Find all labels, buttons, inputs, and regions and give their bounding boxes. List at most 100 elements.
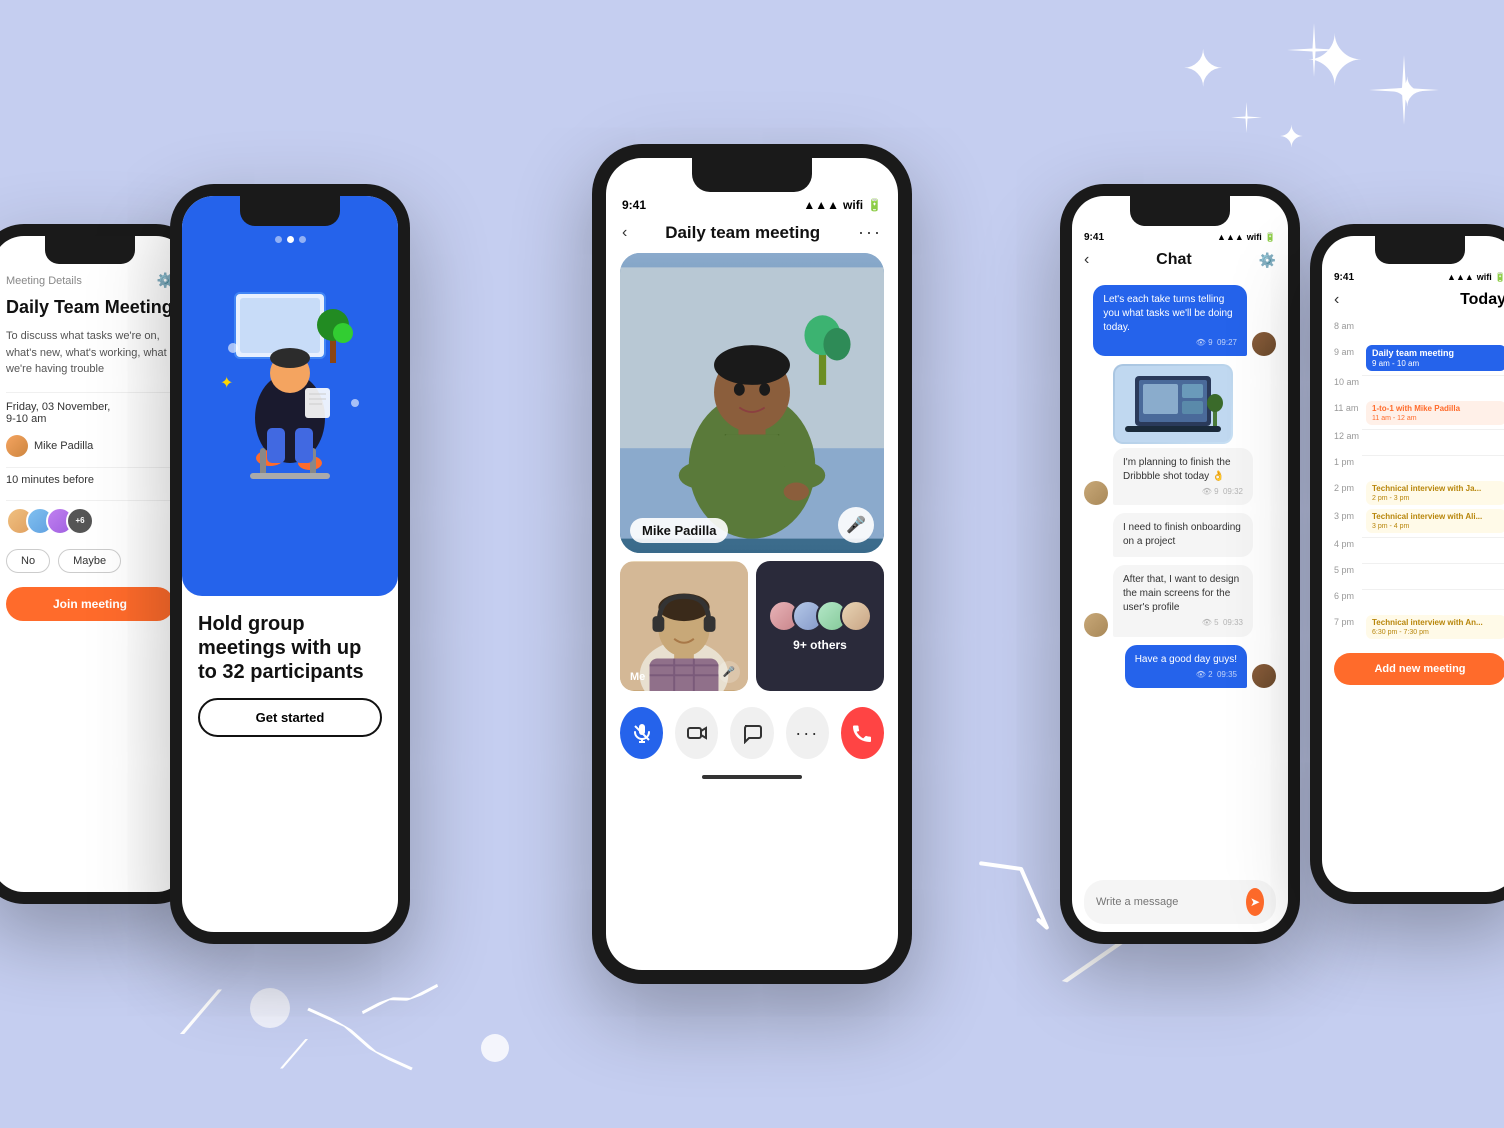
message-1: Let's each take turns telling you what t… [1093, 285, 1247, 356]
main-person-name: Mike Padilla [630, 518, 728, 543]
more-options-button[interactable]: ··· [858, 222, 882, 243]
chat-back-button[interactable]: ‹ [1084, 251, 1089, 269]
phone-video-call: 9:41 ▲▲▲ wifi 🔋 ‹ Daily team meeting ··· [592, 144, 912, 984]
phone5-battery: 🔋 [1495, 272, 1504, 283]
phone4-signal: ▲▲▲ [1217, 232, 1244, 243]
phone5-wifi: wifi [1477, 272, 1492, 283]
phone4-wifi: wifi [1247, 232, 1262, 243]
main-person-video [620, 253, 884, 553]
phone4-time: 9:41 [1084, 232, 1104, 243]
time-12am: 12 am [1334, 429, 1362, 441]
phone5-notch [1375, 236, 1465, 264]
self-video: Me 🎤 [620, 561, 748, 691]
msg2-text: I'm planning to finish the Dribbble shot… [1123, 456, 1243, 484]
phone4-notch [1130, 196, 1230, 226]
organizer-avatar [6, 435, 28, 457]
calendar-timeline: 8 am 9 am Daily team meeting9 am - 10 am… [1322, 313, 1504, 645]
time-7pm: 7 pm [1334, 615, 1362, 627]
message-3: I need to finish onboarding on a project [1113, 513, 1253, 557]
chat-input-bar: ➤ [1084, 880, 1276, 924]
add-meeting-button[interactable]: Add new meeting [1334, 653, 1504, 685]
end-call-button[interactable] [841, 707, 884, 759]
back-button[interactable]: ‹ [622, 224, 627, 242]
phone3-title: Daily team meeting [665, 223, 820, 243]
chat-messages-list: Let's each take turns telling you what t… [1072, 277, 1288, 696]
dot-1[interactable] [275, 236, 282, 243]
others-count-label: 9+ others [793, 638, 847, 652]
message-5: Have a good day guys! 👁 2 09:35 [1125, 645, 1247, 688]
time-4pm: 4 pm [1334, 537, 1362, 549]
phone2-heading: Hold group meetings with up to 32 partic… [198, 612, 382, 684]
camera-button[interactable] [675, 707, 718, 759]
battery-icon: 🔋 [867, 198, 882, 212]
onboarding-illustration: ✦ [182, 243, 398, 523]
others-avatar-group [768, 600, 872, 632]
time-10am: 10 am [1334, 375, 1362, 387]
wifi-icon: wifi [843, 198, 863, 212]
message-input[interactable] [1096, 896, 1238, 908]
time-6pm: 6 pm [1334, 589, 1362, 601]
phone5-time: 9:41 [1334, 272, 1354, 283]
deco-circle-1 [480, 1033, 510, 1068]
cal-title: Today [1460, 291, 1504, 309]
deco-line-2 [359, 977, 440, 1021]
organizer-name: Mike Padilla [34, 440, 93, 452]
phone1-screen-title: Meeting Details [6, 275, 82, 287]
mute-button[interactable] [620, 707, 663, 759]
msg3-text: I need to finish onboarding on a project [1123, 521, 1243, 549]
illustration-svg: ✦ [205, 273, 375, 493]
time-11am: 11 am [1334, 401, 1362, 413]
star-deco-1 [1364, 50, 1444, 135]
send-button[interactable]: ➤ [1246, 888, 1264, 916]
msg4-text: After that, I want to design the main sc… [1123, 573, 1243, 615]
time-1pm: 1 pm [1334, 455, 1362, 467]
phone1-notch [45, 236, 135, 264]
star-deco-2 [1284, 20, 1344, 85]
more-button[interactable]: ··· [786, 707, 829, 759]
event-interview-2[interactable]: Technical interview with Ali...3 pm - 4 … [1366, 509, 1504, 533]
time-9am: 9 am [1334, 345, 1362, 357]
phone1-date: Friday, 03 November,9-10 am [6, 401, 174, 425]
main-mic-button[interactable]: 🎤 [838, 507, 874, 543]
event-1to1[interactable]: 1-to-1 with Mike Padilla11 am - 12 am [1366, 401, 1504, 425]
phone-onboarding: ✦ Hold group meetings with up to 32 part… [170, 184, 410, 944]
main-video-feed: Mike Padilla 🎤 [620, 253, 884, 553]
phone4-battery: 🔋 [1265, 232, 1276, 243]
chat-title: Chat [1156, 251, 1192, 269]
get-started-button[interactable]: Get started [198, 698, 382, 737]
home-indicator [702, 775, 802, 779]
others-video: 9+ others [756, 561, 884, 691]
star-deco-3 [1229, 100, 1264, 140]
maybe-button[interactable]: Maybe [58, 549, 121, 573]
no-button[interactable]: No [6, 549, 50, 573]
phone1-meeting-name: Daily Team Meeting [6, 297, 174, 318]
phone3-time: 9:41 [622, 198, 646, 212]
event-daily-meeting[interactable]: Daily team meeting9 am - 10 am [1366, 345, 1504, 371]
attendees-group: +6 [6, 507, 174, 535]
self-label: Me [630, 671, 645, 683]
phone1-reminder: 10 minutes before [6, 474, 174, 486]
time-5pm: 5 pm [1334, 563, 1362, 575]
phone-calendar: 9:41 ▲▲▲ wifi 🔋 ‹ Today 8 am 9 am Daily … [1310, 224, 1504, 904]
dot-3[interactable] [299, 236, 306, 243]
more-attendees: +6 [66, 507, 94, 535]
phone5-signal: ▲▲▲ [1447, 272, 1474, 283]
event-interview-3[interactable]: Technical interview with An...6:30 pm - … [1366, 615, 1504, 639]
phone1-description: To discuss what tasks we're on, what's n… [6, 328, 174, 378]
chat-button[interactable] [730, 707, 773, 759]
dot-2[interactable] [287, 236, 294, 243]
message-4: After that, I want to design the main sc… [1113, 565, 1253, 636]
signal-icon: ▲▲▲ [803, 198, 839, 212]
chat-image-svg [1115, 366, 1231, 442]
cal-back-button[interactable]: ‹ [1334, 291, 1339, 309]
time-8am: 8 am [1334, 319, 1362, 331]
chat-settings-icon[interactable]: ⚙️ [1259, 252, 1276, 269]
time-3pm: 3 pm [1334, 509, 1362, 521]
svg-text:✦: ✦ [220, 375, 233, 392]
join-meeting-button[interactable]: Join meeting [6, 587, 174, 621]
deco-line-3 [957, 851, 1070, 940]
video-person-svg [620, 253, 884, 553]
time-2pm: 2 pm [1334, 481, 1362, 493]
phone2-notch [240, 196, 340, 226]
event-interview-1[interactable]: Technical interview with Ja...2 pm - 3 p… [1366, 481, 1504, 505]
